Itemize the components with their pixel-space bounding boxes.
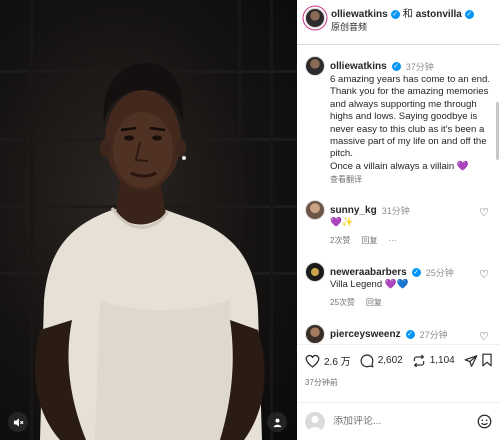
- paper-plane-icon: [464, 354, 478, 367]
- comment-bubble-icon: [360, 353, 374, 367]
- comment-like-heart-icon[interactable]: ♡: [479, 268, 489, 281]
- post-timestamp[interactable]: 37分钟前: [305, 377, 338, 388]
- repost-count[interactable]: 1,104: [430, 355, 455, 366]
- current-user-avatar: [305, 411, 325, 432]
- comment-like-count[interactable]: 25次赞: [330, 297, 355, 308]
- post-caption: olliewatkins ✓ 37分钟 6 amazing years has …: [305, 56, 491, 187]
- scrollbar[interactable]: [496, 102, 499, 160]
- comment-composer: [297, 402, 500, 440]
- author-avatar[interactable]: [305, 8, 325, 28]
- audio-toggle-button[interactable]: [8, 412, 28, 432]
- verified-badge-icon: ✓: [391, 61, 401, 71]
- comment-input[interactable]: [333, 416, 463, 427]
- comment-text: 💜✨: [330, 217, 354, 228]
- comment-reply-button[interactable]: 回复: [366, 297, 382, 308]
- save-button[interactable]: [481, 353, 493, 372]
- user-tag-icon: [273, 418, 281, 427]
- post-side-panel: olliewatkins ✓ 和 astonvilla ✓ 原创音频 ollie…: [297, 0, 500, 440]
- comment-username[interactable]: neweraabarbers: [330, 267, 407, 278]
- like-button[interactable]: 2.6 万: [305, 353, 351, 368]
- comment-more-button[interactable]: ···: [388, 236, 396, 245]
- commenter-avatar[interactable]: [305, 324, 325, 344]
- default-user-icon: [308, 415, 322, 432]
- caption-text-signoff: Once a villain always a villain 💜: [330, 160, 469, 172]
- see-translation-link[interactable]: 查看翻译: [330, 174, 491, 186]
- comment-count[interactable]: 2,602: [378, 355, 403, 366]
- coauthor-username[interactable]: astonvilla: [416, 8, 462, 21]
- comment-time: 25分钟: [425, 267, 454, 278]
- caption-text: 6 amazing years has come to an end. Than…: [330, 74, 490, 160]
- comment-item: neweraabarbers ✓ 25分钟 Villa Legend 💜💙 25…: [305, 262, 495, 308]
- repost-icon: [413, 354, 424, 367]
- smiley-icon: [477, 414, 492, 429]
- audio-label[interactable]: 原创音频: [331, 21, 474, 34]
- bookmark-icon: [482, 353, 492, 367]
- comment-button[interactable]: 2,602: [360, 353, 403, 368]
- commenter-avatar[interactable]: [305, 262, 325, 282]
- verified-badge-icon: ✓: [464, 10, 474, 19]
- author-username[interactable]: olliewatkins: [331, 8, 388, 21]
- caption-author[interactable]: olliewatkins: [330, 61, 387, 72]
- post-media[interactable]: [0, 0, 297, 440]
- comment-username[interactable]: sunny_kg: [330, 205, 377, 216]
- share-button[interactable]: [464, 354, 478, 368]
- comment-like-count[interactable]: 2次赞: [330, 235, 350, 246]
- speaker-muted-icon: [13, 417, 23, 427]
- collab-joiner: 和: [402, 9, 413, 20]
- comment-username[interactable]: pierceysweenz: [330, 329, 401, 340]
- comment-reply-button[interactable]: 回复: [361, 235, 377, 246]
- tagged-users-button[interactable]: [267, 412, 287, 432]
- player-portrait: [34, 62, 265, 440]
- comment-item: pierceysweenz ✓ 27分钟 ♡: [305, 324, 495, 344]
- post-header: olliewatkins ✓ 和 astonvilla ✓ 原创音频: [297, 0, 500, 45]
- caption-author-avatar[interactable]: [305, 56, 325, 76]
- comments-scroll-area[interactable]: olliewatkins ✓ 37分钟 6 amazing years has …: [297, 46, 500, 344]
- comment-time: 27分钟: [419, 329, 448, 340]
- comment-like-heart-icon[interactable]: ♡: [479, 206, 489, 219]
- like-count[interactable]: 2.6 万: [324, 353, 351, 368]
- verified-badge-icon: ✓: [411, 267, 421, 277]
- verified-badge-icon: ✓: [405, 329, 415, 339]
- emoji-button[interactable]: [477, 414, 492, 434]
- commenter-avatar[interactable]: [305, 200, 325, 220]
- repost-button[interactable]: 1,104: [412, 354, 455, 368]
- comment-like-heart-icon[interactable]: ♡: [479, 330, 489, 343]
- verified-badge-icon: ✓: [390, 10, 400, 19]
- comment-item: sunny_kg 31分钟 💜✨ 2次赞 回复 ··· ♡: [305, 200, 495, 246]
- comment-time: 31分钟: [381, 205, 410, 216]
- caption-time: 37分钟: [405, 61, 434, 72]
- post-actions-bar: 2.6 万 2,602 1,104 37分钟前: [297, 344, 500, 402]
- heart-icon: [305, 354, 320, 368]
- comment-text: Villa Legend 💜💙: [330, 279, 409, 290]
